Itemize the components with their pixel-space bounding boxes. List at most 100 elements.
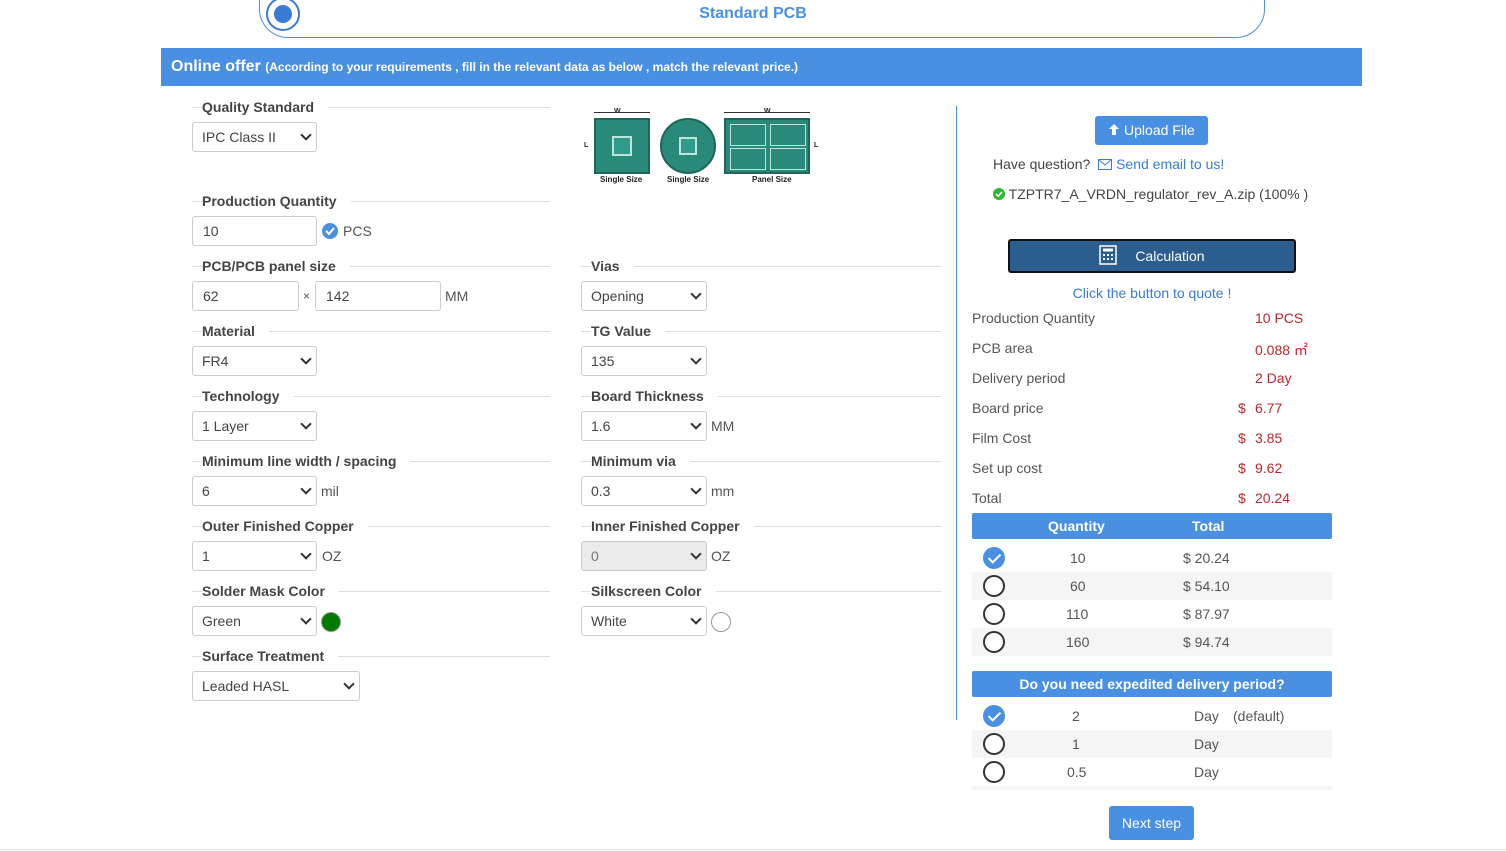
quantity-radio[interactable] — [983, 631, 1005, 653]
column-divider — [956, 106, 957, 720]
chevron-down-icon — [690, 288, 702, 300]
min-via-label: Minimum via — [591, 453, 690, 469]
production-quantity-input[interactable]: 10 — [192, 216, 317, 246]
min-via-unit: mm — [711, 483, 735, 499]
summary-label: Production Quantity — [972, 310, 1095, 326]
quality-standard-label: Quality Standard — [202, 99, 329, 115]
min-via-select[interactable]: 0.3 — [581, 476, 707, 506]
tg-value-select[interactable]: 135 — [581, 346, 707, 376]
min-via-group: Minimum via — [581, 453, 941, 473]
summary-currency: $ — [1238, 490, 1246, 506]
board-thickness-label: Board Thickness — [591, 388, 718, 404]
panel-size-unit: MM — [445, 288, 469, 304]
tg-value-group: TG Value — [581, 323, 941, 343]
silkscreen-label: Silkscreen Color — [591, 583, 716, 599]
uploaded-file-row: TZPTR7_A_VRDN_regulator_rev_A.zip (100% … — [993, 186, 1308, 202]
quality-standard-group: Quality Standard — [192, 99, 550, 119]
chevron-down-icon — [690, 548, 702, 560]
panel-height-input[interactable]: 142 — [315, 281, 441, 311]
banner-title: Online offer — [171, 58, 261, 75]
chevron-down-icon — [300, 548, 312, 560]
solder-mask-color-swatch — [321, 612, 341, 632]
footer-divider — [0, 849, 1506, 850]
technology-select[interactable]: 1 Layer — [192, 411, 317, 441]
panel-width-input[interactable]: 62 — [192, 281, 299, 311]
summary-label: Film Cost — [972, 430, 1032, 446]
summary-value: 10 PCS — [1255, 310, 1304, 326]
chevron-down-icon — [690, 353, 702, 365]
technology-label: Technology — [202, 388, 294, 404]
quantity-header: Quantity — [1048, 518, 1105, 534]
outer-copper-label: Outer Finished Copper — [202, 518, 368, 534]
solder-mask-select[interactable]: Green — [192, 606, 317, 636]
production-quantity-label: Production Quantity — [202, 193, 351, 209]
question-text: Have question? — [993, 156, 1091, 172]
inner-copper-label: Inner Finished Copper — [591, 518, 754, 534]
calculation-button[interactable]: Calculation — [1008, 239, 1296, 273]
board-thickness-select[interactable]: 1.6 — [581, 411, 707, 441]
total-header: Total — [1192, 518, 1225, 534]
next-step-button[interactable]: Next step — [1109, 806, 1194, 840]
arrow-up-icon — [1109, 124, 1120, 135]
surface-treatment-select[interactable]: Leaded HASL — [192, 671, 360, 701]
production-quantity-group: Production Quantity — [192, 193, 550, 213]
outer-copper-group: Outer Finished Copper — [192, 518, 550, 538]
single-size-board-square — [594, 118, 650, 174]
table-row[interactable]: 160 $ 94.74 — [972, 628, 1332, 656]
inner-copper-group: Inner Finished Copper — [581, 518, 941, 538]
vias-select[interactable]: Opening — [581, 281, 707, 311]
delivery-radio[interactable] — [983, 733, 1005, 755]
table-row[interactable]: 10 $ 20.24 — [972, 544, 1332, 572]
times-sign: × — [303, 289, 311, 303]
outer-copper-select[interactable]: 1 — [192, 541, 317, 571]
solder-mask-group: Solder Mask Color — [192, 583, 550, 603]
tg-value-label: TG Value — [591, 323, 665, 339]
table-row[interactable]: 110 $ 87.97 — [972, 600, 1332, 628]
quality-standard-select[interactable]: IPC Class II — [192, 122, 317, 152]
quantity-radio[interactable] — [983, 575, 1005, 597]
solder-mask-label: Solder Mask Color — [202, 583, 339, 599]
uploaded-file-name: TZPTR7_A_VRDN_regulator_rev_A.zip (100% … — [1008, 186, 1309, 202]
inner-copper-select[interactable]: 0 — [581, 541, 707, 571]
delivery-radio[interactable] — [983, 705, 1005, 727]
panel-size-board — [724, 118, 810, 174]
envelope-icon — [1098, 159, 1113, 170]
summary-value: 20.24 — [1255, 490, 1291, 506]
summary-label: PCB area — [972, 340, 1033, 356]
single-size-board-round — [660, 118, 716, 174]
table-row[interactable]: 60 $ 54.10 — [972, 572, 1332, 600]
table-row[interactable]: 1 Day — [972, 730, 1332, 758]
panel-size-group: PCB/PCB panel size — [192, 258, 550, 278]
send-email-link[interactable]: Send email to us! — [1116, 156, 1224, 172]
quantity-unit: PCS — [343, 223, 372, 239]
chevron-down-icon — [690, 418, 702, 430]
summary-value: 6.77 — [1255, 400, 1283, 416]
summary-label: Delivery period — [972, 370, 1066, 386]
chevron-down-icon — [690, 613, 702, 625]
chevron-down-icon — [300, 613, 312, 625]
panel-size-label: PCB/PCB panel size — [202, 258, 350, 274]
upload-file-button[interactable]: Upload File — [1095, 116, 1208, 145]
delivery-table-header: Do you need expedited delivery period? — [972, 671, 1332, 697]
tab-title: Standard PCB — [699, 5, 807, 22]
silkscreen-select[interactable]: White — [581, 606, 707, 636]
table-row[interactable]: 0.5 Day — [972, 758, 1332, 786]
pcb-size-illustration: W L Single Size Single Size W L Panel Si… — [582, 108, 822, 186]
material-select[interactable]: FR4 — [192, 346, 317, 376]
calculator-icon — [1099, 245, 1118, 265]
quantity-table-header: Quantity Total — [972, 513, 1332, 539]
online-offer-banner: Online offer (According to your requirem… — [161, 48, 1362, 86]
check-circle-icon — [993, 188, 1005, 200]
board-thickness-group: Board Thickness — [581, 388, 941, 408]
quantity-radio[interactable] — [983, 547, 1005, 569]
summary-currency: $ — [1238, 460, 1246, 476]
material-label: Material — [202, 323, 269, 339]
min-line-group: Minimum line width / spacing — [192, 453, 550, 473]
chevron-down-icon — [300, 353, 312, 365]
min-line-select[interactable]: 6 — [192, 476, 317, 506]
summary-value: 9.62 — [1255, 460, 1283, 476]
delivery-radio[interactable] — [983, 761, 1005, 783]
table-row[interactable]: 2 Day (default) — [972, 702, 1332, 730]
quantity-radio[interactable] — [983, 603, 1005, 625]
caption-single-size-1: Single Size — [600, 175, 643, 184]
